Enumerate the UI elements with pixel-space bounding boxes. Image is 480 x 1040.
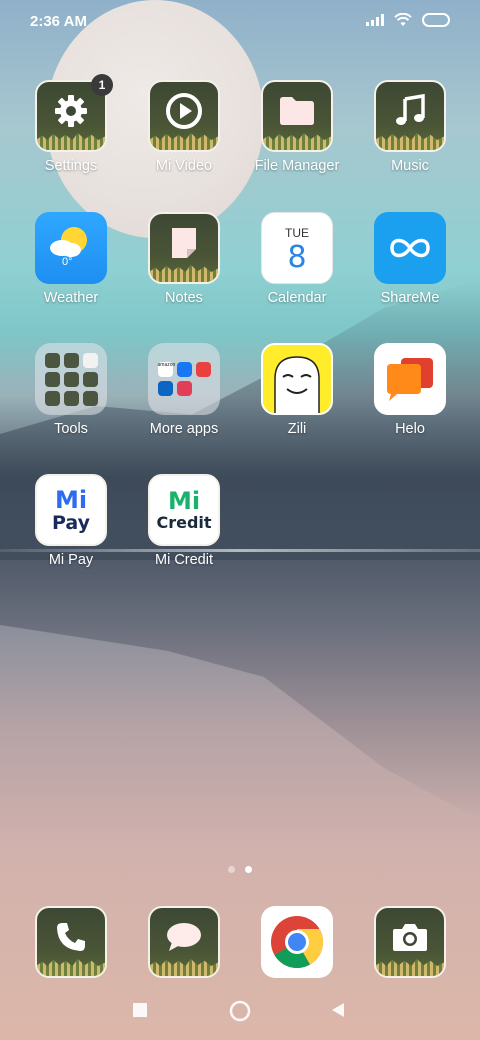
signal-icon — [366, 14, 384, 26]
app-label: Music — [391, 158, 429, 174]
calendar-icon: TUE 8 — [261, 212, 333, 284]
mi-pay-logo-bottom: Pay — [51, 511, 91, 534]
linkedin-mini-icon — [157, 381, 173, 396]
page-indicator — [228, 866, 252, 873]
app-calendar[interactable]: TUE 8 Calendar — [242, 212, 352, 306]
app-label: ShareMe — [380, 290, 440, 306]
weather-icon: 0° — [35, 212, 107, 284]
dock-messages[interactable] — [129, 906, 239, 978]
battery-icon — [422, 13, 450, 27]
app-label: Mi Pay — [48, 552, 94, 568]
mi-credit-icon: Mi Credit — [148, 474, 220, 546]
folder-tools[interactable]: Tools — [16, 343, 126, 437]
phone-icon — [35, 906, 107, 978]
facebook-mini-icon — [176, 362, 192, 377]
app-label: File Manager — [254, 158, 340, 174]
app-shareme[interactable]: ShareMe — [355, 212, 465, 306]
app-mi-video[interactable]: Mi Video — [129, 80, 239, 174]
app-zili[interactable]: Zili — [242, 343, 352, 437]
recents-button[interactable] — [132, 1002, 148, 1018]
music-note-icon — [374, 80, 446, 152]
wifi-icon — [394, 13, 412, 26]
dock-camera[interactable] — [355, 906, 465, 978]
helo-icon — [374, 343, 446, 415]
app-label: Tools — [54, 421, 88, 437]
dock-chrome[interactable] — [242, 906, 352, 978]
app-label: Calendar — [267, 290, 327, 306]
app-mi-credit[interactable]: Mi Credit Mi Credit — [129, 474, 239, 568]
zili-icon — [261, 343, 333, 415]
gaana-mini-icon — [176, 381, 192, 396]
folder-icon — [261, 80, 333, 152]
mi-pay-logo-top: Mi — [54, 485, 88, 514]
more-apps-folder-icon: amazon — [148, 343, 220, 415]
app-notes[interactable]: Notes — [129, 212, 239, 306]
app-music[interactable]: Music — [355, 80, 465, 174]
weather-temp: 0° — [62, 256, 73, 268]
app-label: More apps — [149, 421, 219, 437]
calendar-date: 8 — [287, 239, 307, 275]
notification-badge: 1 — [91, 74, 113, 96]
app-mi-pay[interactable]: Mi Pay Mi Pay — [16, 474, 126, 568]
app-helo[interactable]: Helo — [355, 343, 465, 437]
status-time: 2:36 AM — [30, 13, 87, 30]
app-weather[interactable]: 0° Weather — [16, 212, 126, 306]
folder-preview — [44, 352, 98, 406]
status-icons — [366, 13, 450, 27]
app-label: Notes — [165, 290, 203, 306]
app-label: Zili — [287, 421, 307, 437]
home-button[interactable] — [229, 1000, 251, 1022]
folder-more-apps[interactable]: amazon More apps — [129, 343, 239, 437]
message-bubble-icon — [148, 906, 220, 978]
tools-folder-icon — [35, 343, 107, 415]
wallpaper-reflection — [0, 560, 480, 820]
folder-preview: amazon — [157, 362, 211, 396]
page-dot[interactable] — [228, 866, 235, 873]
app-settings[interactable]: 1 Settings — [16, 74, 126, 174]
status-bar: 2:36 AM — [0, 0, 480, 42]
back-button[interactable] — [330, 1002, 346, 1018]
calendar-day: TUE — [285, 225, 309, 240]
app-label: Mi Credit — [154, 552, 213, 568]
mi-pay-icon: Mi Pay — [35, 474, 107, 546]
infinity-icon — [374, 212, 446, 284]
app-label: Mi Video — [155, 158, 213, 174]
amazon-mini-icon: amazon — [157, 362, 175, 377]
play-icon — [148, 80, 220, 152]
dock-phone[interactable] — [16, 906, 126, 978]
page-dot-active[interactable] — [245, 866, 252, 873]
navigation-bar — [0, 990, 480, 1034]
mi-credit-logo-top: Mi — [167, 487, 201, 515]
app-file-manager[interactable]: File Manager — [242, 80, 352, 174]
camera-icon — [374, 906, 446, 978]
app-label: Settings — [44, 158, 98, 174]
app-label: Weather — [43, 290, 99, 306]
app-label: Helo — [395, 421, 425, 437]
wps-mini-icon — [195, 362, 211, 377]
chrome-icon — [261, 906, 333, 978]
mi-credit-logo-bottom: Credit — [156, 513, 212, 532]
notes-icon — [148, 212, 220, 284]
